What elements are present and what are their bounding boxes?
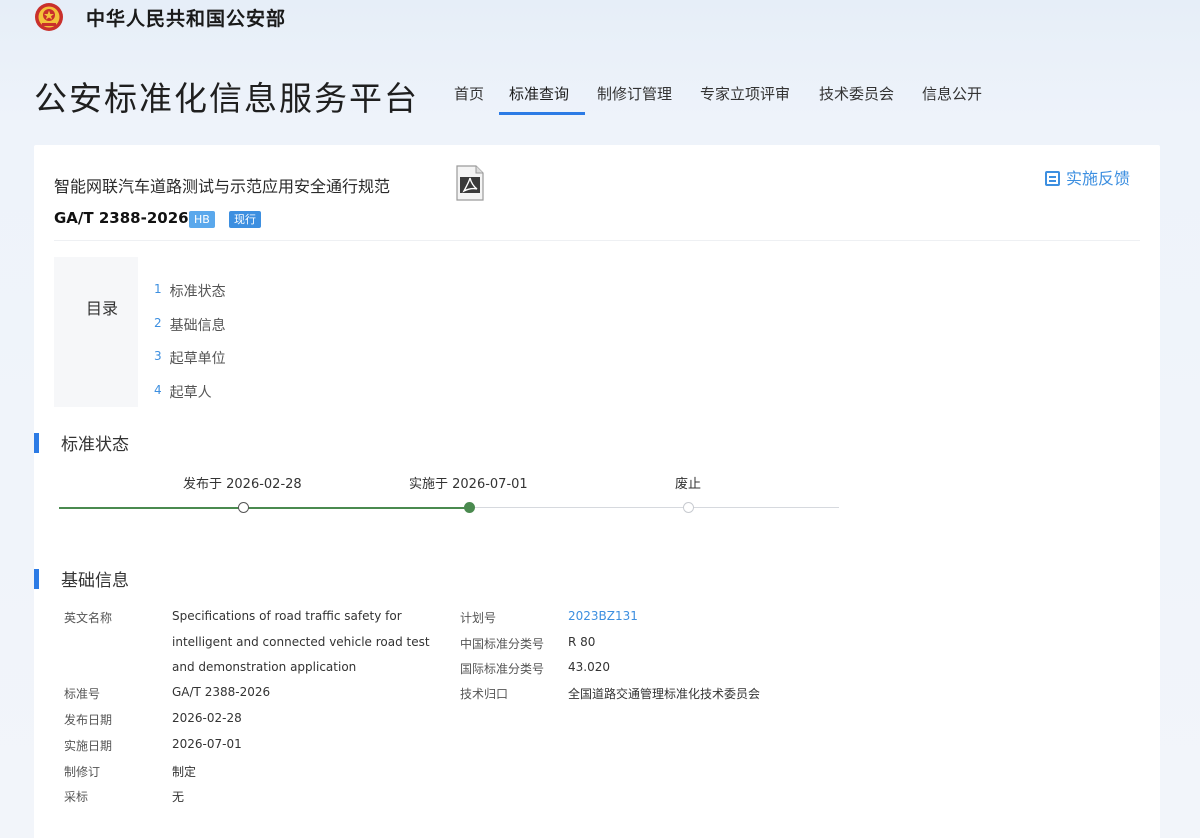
ministry-name[interactable]: 中华人民共和国公安部 — [86, 4, 286, 31]
timeline-label-publish: 发布于 2026-02-28 — [183, 477, 302, 492]
pdf-icon[interactable] — [455, 165, 485, 201]
value-technical-committee: 全国道路交通管理标准化技术委员会 — [568, 687, 761, 701]
label-implement-date: 实施日期 — [64, 739, 113, 753]
police-emblem-icon — [35, 3, 63, 31]
label-revision-type: 制修订 — [64, 765, 101, 779]
nav-technical-committee[interactable]: 技术委员会 — [819, 83, 894, 104]
label-plan-no: 计划号 — [460, 611, 497, 625]
standard-detail-card: 智能网联汽车道路测试与示范应用安全通行规范 GA/T 2388-2026 HB … — [34, 145, 1160, 838]
value-revision-type: 制定 — [172, 765, 197, 779]
label-publish-date: 发布日期 — [64, 713, 113, 727]
value-english-name-line-1: Specifications of road traffic safety fo… — [172, 609, 402, 623]
toc-panel — [54, 257, 138, 407]
nav-active-underline — [499, 112, 585, 115]
platform-title[interactable]: 公安标准化信息服务平台 — [34, 72, 419, 120]
label-technical-committee: 技术归口 — [460, 687, 509, 701]
feedback-button[interactable]: 实施反馈 — [1045, 165, 1130, 189]
toc-item-status[interactable]: 1 标准状态 — [154, 281, 226, 301]
value-english-name-line-2: intelligent and connected vehicle road t… — [172, 635, 430, 649]
value-english-name-line-3: and demonstration application — [172, 660, 357, 674]
value-ccs: R 80 — [568, 635, 596, 649]
value-standard-no: GA/T 2388-2026 — [172, 685, 271, 699]
timeline-label-abolish: 废止 — [675, 477, 702, 492]
label-ics: 国际标准分类号 — [460, 662, 545, 676]
value-adopted-standard: 无 — [172, 790, 185, 804]
nav-expert-review[interactable]: 专家立项评审 — [700, 83, 790, 104]
nav-home[interactable]: 首页 — [454, 83, 484, 104]
timeline-progress-line — [59, 507, 469, 509]
ministry-bar: 中华人民共和国公安部 — [0, 0, 1200, 34]
value-publish-date: 2026-02-28 — [172, 711, 242, 725]
timeline-pending-line — [469, 507, 839, 508]
divider — [54, 240, 1140, 241]
document-title: 智能网联汽车道路测试与示范应用安全通行规范 — [54, 177, 391, 196]
value-plan-no-link[interactable]: 2023BZ131 — [568, 609, 638, 623]
nav-revision-management[interactable]: 制修订管理 — [597, 83, 672, 104]
toc-item-basic-info[interactable]: 2 基础信息 — [154, 315, 226, 335]
timeline-dot-implement — [464, 502, 475, 513]
timeline-label-implement: 实施于 2026-07-01 — [409, 477, 528, 492]
toc-label: 目录 — [86, 299, 119, 318]
label-english-name: 英文名称 — [64, 611, 113, 625]
timeline-dot-abolish — [683, 502, 694, 513]
value-implement-date: 2026-07-01 — [172, 737, 242, 751]
feedback-label: 实施反馈 — [1066, 169, 1131, 188]
nav-standard-query[interactable]: 标准查询 — [509, 83, 569, 104]
document-code: GA/T 2388-2026 — [54, 209, 189, 227]
label-standard-no: 标准号 — [64, 687, 101, 701]
timeline-dot-publish — [238, 502, 249, 513]
feedback-icon — [1045, 171, 1060, 186]
nav-info-disclosure[interactable]: 信息公开 — [922, 83, 982, 104]
label-ccs: 中国标准分类号 — [460, 637, 545, 651]
toc-item-drafters[interactable]: 4 起草人 — [154, 382, 212, 402]
tag-hb-badge: HB — [189, 211, 215, 228]
label-adopted-standard: 采标 — [64, 790, 89, 804]
section-heading-basic-info: 基础信息 — [34, 566, 129, 591]
status-badge: 现行 — [229, 211, 261, 228]
value-ics: 43.020 — [568, 660, 610, 674]
section-heading-status: 标准状态 — [34, 430, 129, 455]
toc-item-drafting-units[interactable]: 3 起草单位 — [154, 348, 226, 368]
